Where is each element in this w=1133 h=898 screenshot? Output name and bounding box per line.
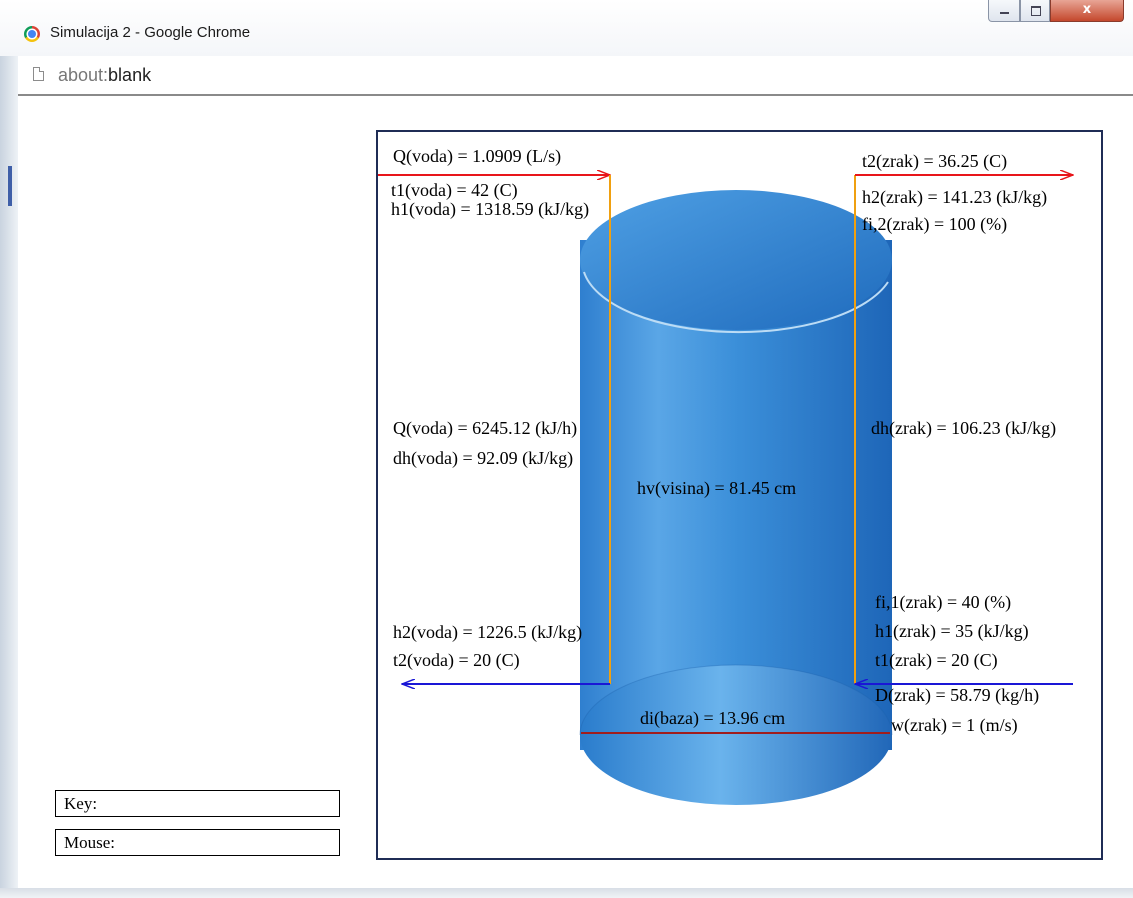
minimize-button[interactable] [988,0,1020,22]
chrome-logo-icon [24,26,40,42]
label-q-voda-kjh: Q(voda) = 6245.12 (kJ/h) [393,418,577,439]
window-bottom-border [0,888,1133,898]
label-hv-visina: hv(visina) = 81.45 cm [637,478,796,499]
url-text[interactable]: about:blank [58,65,151,86]
maximize-button[interactable] [1020,0,1050,22]
label-h1-zrak: h1(zrak) = 35 (kJ/kg) [875,621,1029,642]
label-t2-voda: t2(voda) = 20 (C) [393,650,520,671]
label-fi1-zrak: fi,1(zrak) = 40 (%) [875,592,1011,613]
url-scheme: about: [58,65,109,85]
label-fi2-zrak: fi,2(zrak) = 100 (%) [862,214,1007,235]
minimize-icon [1000,12,1009,14]
window-left-border-accent [8,166,12,206]
title-bar[interactable]: Simulacija 2 - Google Chrome x [0,0,1133,56]
url-host: blank [108,65,152,85]
label-t1-zrak: t1(zrak) = 20 (C) [875,650,998,671]
label-t1-voda: t1(voda) = 42 (C) [391,180,518,201]
label-h2-voda: h2(voda) = 1226.5 (kJ/kg) [393,622,582,643]
page-viewport: Key: Mouse: Q(voda) = 1.0909 (L/s) t1(vo… [18,96,1133,890]
label-t2-zrak: t2(zrak) = 36.25 (C) [862,151,1007,172]
label-d-zrak: D(zrak) = 58.79 (kg/h) [875,685,1039,706]
browser-window: Simulacija 2 - Google Chrome x about:bla… [0,0,1133,898]
close-icon: x [1082,2,1092,17]
page-icon [33,67,44,81]
window-title: Simulacija 2 - Google Chrome [50,24,251,41]
label-w-zrak: w(zrak) = 1 (m/s) [891,715,1018,736]
cylinder-top [580,190,892,330]
cylinder-base [580,665,892,805]
label-h1-voda: h1(voda) = 1318.59 (kJ/kg) [391,199,589,220]
label-di-baza: di(baza) = 13.96 cm [640,708,785,729]
simulation-drawing: Q(voda) = 1.0909 (L/s) t1(voda) = 42 (C)… [378,146,1101,805]
close-button[interactable]: x [1050,0,1124,22]
mouse-readout-box: Mouse: [55,829,340,856]
label-dh-zrak: dh(zrak) = 106.23 (kJ/kg) [871,418,1056,439]
maximize-icon [1031,6,1041,16]
label-h2-zrak: h2(zrak) = 141.23 (kJ/kg) [862,187,1047,208]
label-q-voda-ls: Q(voda) = 1.0909 (L/s) [393,146,561,167]
simulation-canvas[interactable]: Q(voda) = 1.0909 (L/s) t1(voda) = 42 (C)… [376,130,1103,860]
key-readout-box: Key: [55,790,340,817]
window-left-border [0,56,18,898]
label-dh-voda: dh(voda) = 92.09 (kJ/kg) [393,448,573,469]
address-bar[interactable]: about:blank [18,56,1133,96]
